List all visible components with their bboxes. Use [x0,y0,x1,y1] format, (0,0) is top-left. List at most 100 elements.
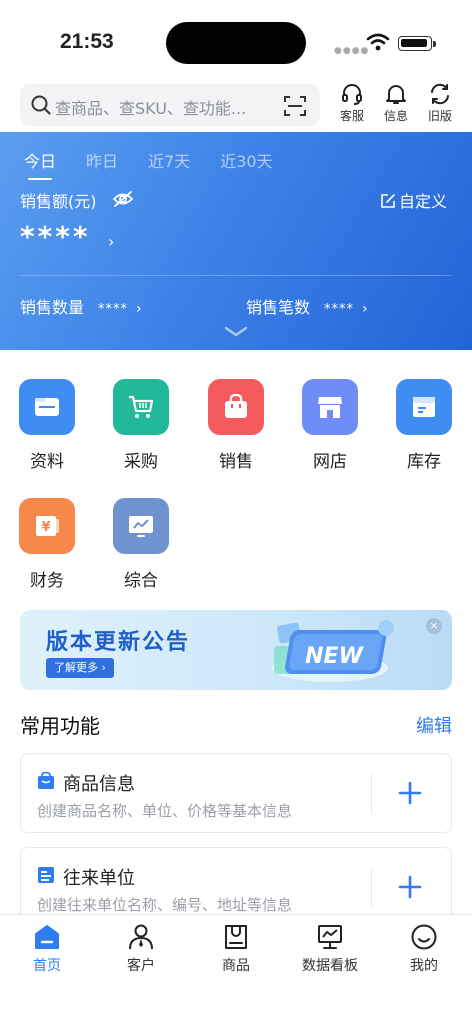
store-icon [318,397,342,418]
customer-service-button[interactable]: 客服 [332,82,372,124]
tab-yesterday[interactable]: 昨日 [86,148,118,172]
chevron-down-icon[interactable] [224,326,248,338]
sales-amount-value[interactable]: **** [20,220,91,253]
app-sales-tile [208,379,264,435]
search-input[interactable]: 查商品、查SKU、查功能... [20,84,320,126]
new-badge-illustration: NEW [272,620,394,682]
tab-30-days[interactable]: 近30天 [220,148,272,172]
app-profile[interactable]: 资料 [7,379,87,472]
monitor-chart-icon [129,516,153,537]
chevron-right-icon: › [136,301,142,317]
tab-home[interactable]: 首页 [7,923,87,975]
app-general-label: 综合 [124,571,158,591]
app-purchase[interactable]: 采购 [101,379,181,472]
edit-button[interactable]: 编辑 [416,712,452,738]
refresh-icon [431,83,449,105]
sales-quantity-label: 销售数量 [20,298,85,317]
tab-7-days[interactable]: 近7天 [148,148,190,172]
app-grid: 资料 采购 销售 网店 库存 ¥ 财务 综合 [0,350,472,606]
banner-title: 版本更新公告 [46,630,191,655]
common-functions-section: 常用功能 编辑 商品信息 创建商品名称、单位、价格等基本信息 往来单位 创建往来… [0,700,472,927]
sales-orders-label: 销售笔数 [246,298,311,317]
update-announcement-banner[interactable]: 版本更新公告 了解更多 › NEW × [20,610,452,690]
tab-mine-label: 我的 [410,958,438,974]
app-online-store-label: 网店 [313,452,347,472]
tab-customers-label: 客户 [127,958,155,974]
date-range-tabs: 今日 昨日 近7天 近30天 [24,148,303,180]
common-functions-title: 常用功能 [20,714,100,738]
bag-icon [225,393,247,418]
sales-amount-label: 销售额(元) [20,192,97,211]
function-card-title: 往来单位 [63,868,135,889]
divider [371,868,372,908]
function-card-desc: 创建商品名称、单位、价格等基本信息 [37,802,293,820]
contacts-icon [38,867,54,883]
tab-home-label: 首页 [33,958,61,974]
cart-icon [129,395,154,418]
sales-orders-stat[interactable]: 销售笔数 **** › [246,294,368,318]
edit-icon [381,194,395,208]
divider [20,275,452,276]
old-version-button[interactable]: 旧版 [420,82,460,124]
app-profile-label: 资料 [30,452,64,472]
tab-customers[interactable]: 客户 [101,923,181,975]
search-icon [31,95,51,115]
app-general[interactable]: 综合 [101,498,181,591]
app-online-store[interactable]: 网店 [290,379,370,472]
customer-service-label: 客服 [339,109,364,123]
scan-icon[interactable] [283,94,307,118]
dynamic-island [166,22,306,64]
signal-icon: ●●●● [334,46,370,56]
dashboard-icon [318,925,342,949]
tab-mine[interactable]: 我的 [384,923,464,975]
sales-quantity-stat[interactable]: 销售数量 **** › [20,294,142,318]
add-goods-button[interactable] [397,780,423,806]
sales-orders-value: **** [324,302,355,317]
learn-more-button[interactable]: 了解更多 › [46,658,114,678]
add-contact-button[interactable] [397,874,423,900]
headset-icon [342,84,362,105]
app-purchase-tile [113,379,169,435]
bell-icon [386,85,406,104]
tab-dashboard-label: 数据看板 [302,958,358,974]
tab-dashboard[interactable]: 数据看板 [290,923,370,975]
box-icon [413,397,435,417]
sales-summary-card: 今日 昨日 近7天 近30天 销售额(元) 自定义 **** › 销售数量 ***… [0,132,472,350]
yuan-icon: ¥ [36,516,59,536]
app-finance-tile: ¥ [19,498,75,554]
tab-goods-label: 商品 [222,958,250,974]
person-icon [129,924,153,950]
app-online-store-tile [302,379,358,435]
tab-goods[interactable]: 商品 [196,923,276,975]
customize-button[interactable]: 自定义 [380,188,447,212]
app-profile-tile [19,379,75,435]
app-inventory-tile [396,379,452,435]
function-card-goods[interactable]: 商品信息 创建商品名称、单位、价格等基本信息 [20,753,452,833]
app-sales[interactable]: 销售 [196,379,276,472]
amount-arrow-icon: › [108,232,115,251]
banner-section: 版本更新公告 了解更多 › NEW × [0,600,472,700]
home-icon [35,925,59,949]
sales-quantity-value: **** [98,302,129,317]
messages-button[interactable]: 信息 [376,82,416,124]
search-placeholder: 查商品、查SKU、查功能... [55,99,247,118]
eye-off-icon[interactable] [112,189,134,209]
divider [371,774,372,814]
battery-icon [398,36,432,51]
bottom-tab-bar: 首页 客户 商品 数据看板 我的 [0,914,472,1024]
app-finance-label: 财务 [30,571,64,591]
new-badge-text: NEW [305,644,364,669]
app-inventory-label: 库存 [407,452,441,472]
function-card-title: 商品信息 [63,774,135,795]
chevron-right-icon: › [362,301,368,317]
function-card-desc: 创建往来单位名称、编号、地址等信息 [37,896,293,914]
app-inventory[interactable]: 库存 [384,379,464,472]
goods-bag-icon [38,772,54,789]
tab-today[interactable]: 今日 [24,148,56,180]
app-finance[interactable]: ¥ 财务 [7,498,87,591]
search-header: 查商品、查SKU、查功能... 客服 信息 旧版 [0,80,472,132]
app-purchase-label: 采购 [124,452,158,472]
customize-label: 自定义 [399,192,448,211]
messages-label: 信息 [383,109,408,123]
close-icon[interactable]: × [426,618,442,634]
